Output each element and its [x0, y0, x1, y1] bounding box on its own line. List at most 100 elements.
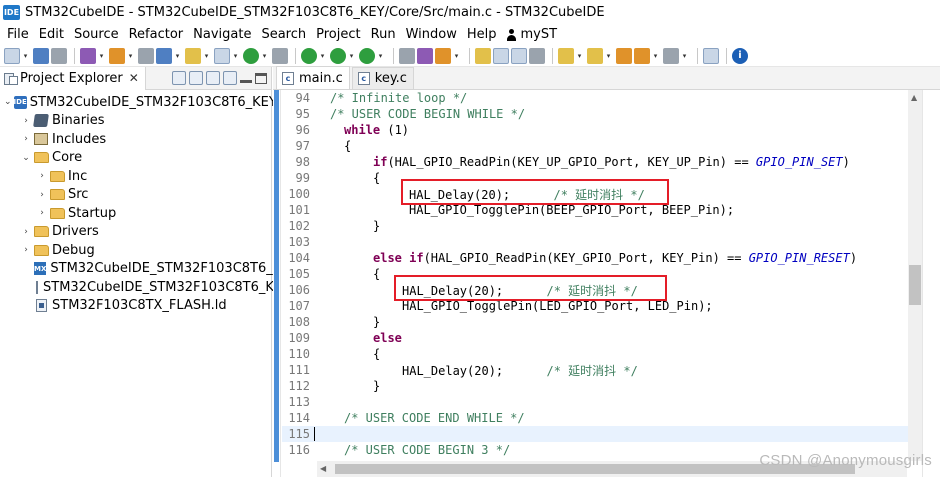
tree-item-label: Debug	[52, 242, 95, 258]
next-annotation-dropdown-icon[interactable]: ▾	[576, 48, 583, 64]
block-selection-icon[interactable]	[493, 47, 509, 64]
clean-icon[interactable]	[138, 47, 154, 64]
collapse-arrow-icon[interactable]: ›	[20, 134, 32, 144]
link-with-editor-icon[interactable]	[189, 71, 203, 85]
menu-help[interactable]: Help	[462, 27, 502, 42]
last-edit-icon[interactable]	[616, 47, 632, 64]
forward-icon[interactable]	[663, 47, 679, 64]
vertical-scroll-thumb[interactable]	[909, 265, 921, 305]
new-dropdown-icon[interactable]: ▾	[22, 48, 29, 64]
external-tools-dropdown-icon[interactable]: ▾	[377, 48, 384, 64]
tree-item-debug[interactable]: › Debug	[0, 241, 271, 260]
refresh-dropdown-icon[interactable]: ▾	[261, 48, 268, 64]
device-config-icon[interactable]	[156, 47, 172, 64]
tree-item-launch-file[interactable]: STM32CubeIDE_STM32F103C8T6_KEY	[0, 278, 290, 297]
tab-project-explorer[interactable]: Project Explorer ✕	[0, 66, 146, 90]
collapse-arrow-icon[interactable]: ›	[36, 171, 48, 181]
new-c-file-icon[interactable]	[214, 47, 230, 64]
collapse-arrow-icon[interactable]: ›	[20, 116, 32, 126]
tree-item-core[interactable]: ⌄ Core	[0, 149, 271, 168]
expand-arrow-icon[interactable]: ⌄	[4, 97, 12, 107]
tree-item-inc[interactable]: › Inc	[0, 167, 271, 186]
tree-item-project[interactable]: ⌄ IDE STM32CubeIDE_STM32F103C8T6_KEY	[0, 93, 277, 112]
expand-arrow-icon[interactable]: ⌄	[20, 153, 32, 163]
menu-edit[interactable]: Edit	[34, 27, 69, 42]
line-number: 110	[288, 347, 310, 361]
tree-item-ld-file[interactable]: STM32F103C8TX_FLASH.ld	[0, 297, 271, 316]
open-perspective-icon[interactable]	[703, 47, 719, 64]
menu-source[interactable]: Source	[69, 27, 124, 42]
device-config-dropdown-icon[interactable]: ▾	[174, 48, 181, 64]
new-source-folder-icon[interactable]	[185, 47, 201, 64]
tree-item-label: STM32CubeIDE_STM32F103C8T6_KEY	[29, 94, 277, 110]
tab-main-c[interactable]: c main.c	[276, 66, 350, 89]
menu-file[interactable]: File	[2, 27, 34, 42]
debug-bug-icon[interactable]	[301, 47, 317, 64]
new-c-file-dropdown-icon[interactable]: ▾	[232, 48, 239, 64]
tab-key-c[interactable]: c key.c	[351, 67, 414, 89]
menu-run[interactable]: Run	[366, 27, 401, 42]
maximize-icon[interactable]	[255, 72, 267, 84]
scroll-left-icon[interactable]: ◀	[320, 464, 326, 473]
line-number: 111	[288, 363, 310, 377]
close-icon[interactable]: ✕	[129, 71, 139, 85]
toolbar-separator	[295, 47, 296, 64]
save-all-icon[interactable]	[51, 47, 67, 64]
tree-item-includes[interactable]: › Includes	[0, 130, 271, 149]
collapse-arrow-icon[interactable]: ›	[36, 208, 48, 218]
build-dropdown-icon[interactable]: ▾	[127, 48, 134, 64]
open-type-icon[interactable]	[417, 47, 433, 64]
show-whitespace-icon[interactable]	[529, 47, 545, 64]
open-element-icon[interactable]	[435, 47, 451, 64]
tree-item-startup[interactable]: › Startup	[0, 204, 271, 223]
tree-item-drivers[interactable]: › Drivers	[0, 223, 271, 242]
code-line: 114 /* USER CODE END WHILE */	[282, 410, 908, 426]
run-dropdown-icon[interactable]: ▾	[348, 48, 355, 64]
tree-item-ioc-file[interactable]: MX STM32CubeIDE_STM32F103C8T6_KEY	[0, 260, 297, 279]
new-file-icon[interactable]	[4, 47, 20, 64]
editor-panel: c main.c c key.c 94 /* Infinite loop */ …	[273, 66, 940, 477]
previous-annotation-icon[interactable]	[587, 47, 603, 64]
minimize-icon[interactable]	[240, 79, 252, 83]
menu-window[interactable]: Window	[401, 27, 462, 42]
collapse-arrow-icon[interactable]: ›	[20, 245, 32, 255]
save-icon[interactable]	[33, 47, 49, 64]
previous-annotation-dropdown-icon[interactable]: ▾	[605, 48, 612, 64]
view-menu-icon[interactable]	[223, 71, 237, 85]
collapse-all-icon[interactable]	[172, 71, 186, 85]
toggle-highlight-icon[interactable]	[475, 47, 491, 64]
menu-myst[interactable]: myST	[501, 27, 562, 42]
info-icon[interactable]: i	[732, 47, 748, 64]
toggle-mark-icon[interactable]	[399, 47, 415, 64]
collapse-arrow-icon[interactable]: ›	[36, 190, 48, 200]
next-annotation-icon[interactable]	[558, 47, 574, 64]
collapse-arrow-icon[interactable]: ›	[20, 227, 32, 237]
word-wrap-icon[interactable]	[511, 47, 527, 64]
tree-item-binaries[interactable]: › Binaries	[0, 112, 271, 131]
tree-item-src[interactable]: › Src	[0, 186, 271, 205]
menu-search[interactable]: Search	[256, 27, 311, 42]
open-element-dropdown-icon[interactable]: ▾	[453, 48, 460, 64]
config-dropdown-icon[interactable]: ▾	[98, 48, 105, 64]
overview-ruler[interactable]	[922, 90, 940, 477]
run-icon[interactable]	[330, 47, 346, 64]
code-editor[interactable]: 94 /* Infinite loop */ 95 /* USER CODE B…	[273, 90, 940, 477]
menu-project[interactable]: Project	[311, 27, 365, 42]
code-text: HAL_Delay(20);	[402, 363, 547, 378]
search-icon[interactable]	[272, 47, 288, 64]
refresh-icon[interactable]	[243, 47, 259, 64]
debug-dropdown-icon[interactable]: ▾	[319, 48, 326, 64]
manage-configurations-icon[interactable]	[80, 47, 96, 64]
menu-navigate[interactable]: Navigate	[188, 27, 256, 42]
filter-icon[interactable]	[206, 71, 220, 85]
external-tools-icon[interactable]	[359, 47, 375, 64]
build-hammer-icon[interactable]	[109, 47, 125, 64]
forward-dropdown-icon[interactable]: ▾	[681, 48, 688, 64]
line-number: 95	[295, 107, 310, 121]
menu-refactor[interactable]: Refactor	[124, 27, 189, 42]
back-icon[interactable]	[634, 47, 650, 64]
vertical-scrollbar[interactable]: ▲	[908, 90, 922, 461]
new-source-folder-dropdown-icon[interactable]: ▾	[203, 48, 210, 64]
scroll-up-icon[interactable]: ▲	[911, 93, 917, 102]
back-dropdown-icon[interactable]: ▾	[652, 48, 659, 64]
